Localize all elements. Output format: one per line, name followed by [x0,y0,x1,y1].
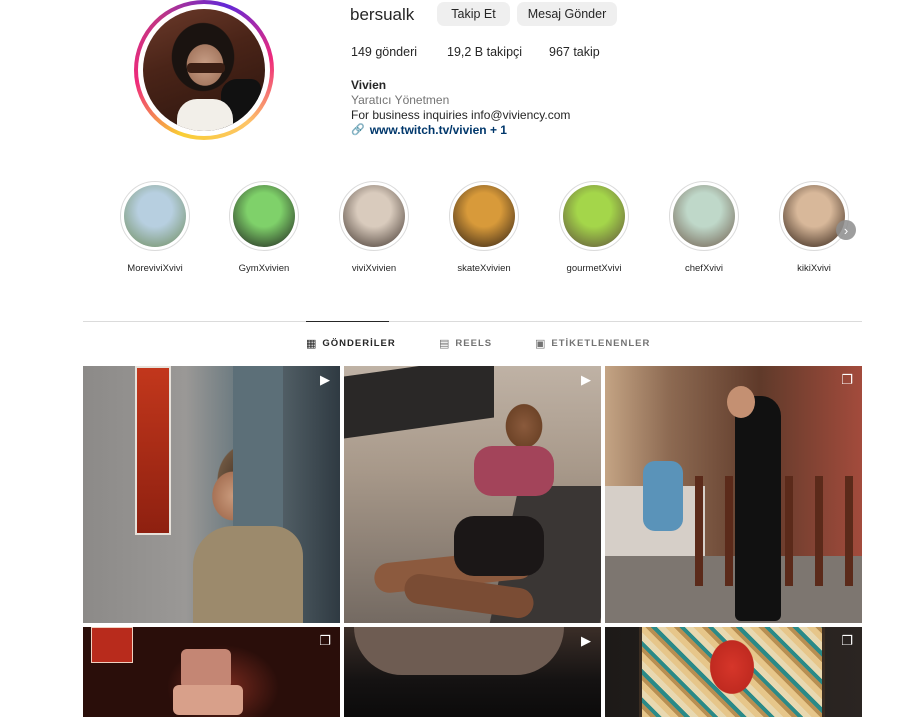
followers-count[interactable]: 19,2 B takipçi [447,45,522,59]
tab-reels-label: REELS [455,338,493,349]
profile-avatar[interactable] [134,0,274,140]
highlight-label: GymXvivien [238,263,290,274]
reels-icon: ▶ [581,633,591,648]
highlight-cover [120,181,190,251]
highlight-item[interactable]: gourmetXvivi [549,181,639,274]
reels-icon: ▤ [439,338,451,350]
post-tile[interactable]: ▶ [344,366,601,623]
profile-category: Yaratıcı Yönetmen [351,93,450,107]
link-icon: 🔗 [351,124,365,136]
bio-link[interactable]: 🔗 www.twitch.tv/vivien + 1 [351,123,570,138]
post-image-part [91,627,133,663]
tab-tagged-label: ETİKETLENENLER [551,338,651,349]
reels-icon: ▶ [320,372,330,387]
highlight-cover [669,181,739,251]
post-image-part [173,685,243,715]
message-button[interactable]: Mesaj Gönder [517,2,617,26]
highlight-label: gourmetXvivi [566,263,622,274]
carousel-icon: ❐ [319,633,331,648]
post-image-part [454,516,544,576]
post-image-part [135,366,171,535]
highlight-cover [449,181,519,251]
highlight-image [783,185,845,247]
post-image-part [181,649,231,689]
highlight-image [563,185,625,247]
bio-link-text[interactable]: www.twitch.tv/vivien + 1 [370,123,507,138]
highlight-item[interactable]: MoreviviXvivi [110,181,200,274]
profile-username: bersualk [350,5,415,24]
active-tab-indicator [306,321,389,322]
tab-reels[interactable]: ▤ REELS [439,337,492,350]
highlight-label: chefXvivi [684,263,723,274]
avatar-sunglasses [187,63,225,73]
highlight-label: viviXvivien [351,263,397,274]
highlight-label: skateXvivien [457,263,511,274]
profile-name: Vivien [351,78,387,92]
post-image-part [474,446,554,496]
highlight-cover [339,181,409,251]
post-image-part [639,627,825,717]
highlight-image [673,185,735,247]
post-image-part [233,366,283,536]
highlight-cover [779,181,849,251]
highlight-image [124,185,186,247]
bio-text: For business inquiries info@viviency.com [351,108,571,122]
highlight-label: kikiXvivi [797,263,831,274]
grid-icon: ▦ [306,338,318,350]
post-tile[interactable]: ▶ [83,366,340,623]
highlight-cover [559,181,629,251]
post-image-part [354,627,564,675]
post-image-part [727,386,755,418]
post-image-part [735,396,781,621]
post-image-part [193,526,303,623]
highlight-label: MoreviviXvivi [127,263,183,274]
avatar-shirt [177,99,233,131]
tab-posts-label: GÖNDERİLER [322,338,396,349]
highlight-item[interactable]: skateXvivien [439,181,529,274]
highlight-item[interactable]: chefXvivi [659,181,749,274]
highlight-image [453,185,515,247]
tab-posts[interactable]: ▦ GÖNDERİLER [306,337,396,350]
follow-button[interactable]: Takip Et [437,2,510,26]
highlight-image [343,185,405,247]
tab-tagged[interactable]: ▣ ETİKETLENENLER [535,337,650,350]
following-count[interactable]: 967 takip [549,45,600,59]
reels-icon: ▶ [581,372,591,387]
avatar-photo [143,9,265,131]
post-tile[interactable]: ❐ [83,627,340,717]
highlight-image [233,185,295,247]
chevron-right-icon[interactable]: › [836,220,856,240]
highlight-item[interactable]: GymXvivien [219,181,309,274]
highlight-cover [229,181,299,251]
post-tile[interactable]: ❐ [605,627,862,717]
post-tile[interactable]: ▶ [344,627,601,717]
profile-bio: Vivien Yaratıcı Yönetmen For business in… [351,78,570,138]
post-tile[interactable]: ❐ [605,366,862,623]
post-image-part [344,366,494,439]
carousel-icon: ❐ [841,372,853,387]
tabs-divider [83,321,862,322]
carousel-icon: ❐ [841,633,853,648]
posts-count: 149 gönderi [351,45,418,59]
highlight-item[interactable]: viviXvivien [329,181,419,274]
post-image-part [643,461,683,531]
tagged-icon: ▣ [535,338,547,350]
